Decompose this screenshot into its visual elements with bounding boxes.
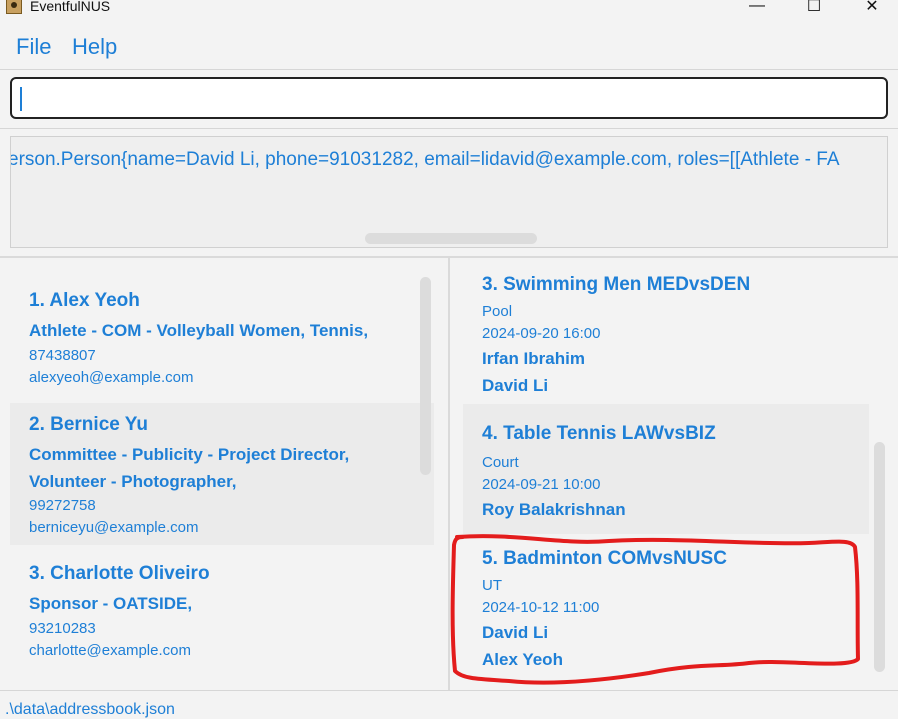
event-card[interactable]: 4. Table Tennis LAWvsBIZ Court 2024-09-2… — [463, 404, 869, 534]
menu-help[interactable]: Help — [72, 34, 117, 60]
result-horizontal-scrollbar[interactable] — [365, 233, 537, 244]
event-participant: Roy Balakrishnan — [482, 500, 626, 519]
event-datetime: 2024-09-20 16:00 — [482, 325, 601, 342]
person-role: Athlete - COM - Volleyball Women, Tennis… — [29, 321, 369, 340]
menu-file[interactable]: File — [16, 34, 51, 60]
person-name: 2. Bernice Yu — [29, 414, 148, 435]
menu-divider — [0, 69, 898, 70]
result-text: erson.Person{name=David Li, phone=910312… — [10, 149, 840, 170]
command-input[interactable] — [10, 77, 888, 119]
person-name: 1. Alex Yeoh — [29, 290, 140, 311]
event-name: 4. Table Tennis LAWvsBIZ — [482, 423, 716, 444]
person-phone: 87438807 — [29, 347, 96, 364]
app-icon — [6, 0, 22, 14]
event-card[interactable]: 3. Swimming Men MEDvsDEN Pool 2024-09-20… — [463, 270, 888, 404]
command-divider — [0, 128, 898, 129]
person-email: berniceyu@example.com — [29, 519, 199, 536]
person-card[interactable]: 1. Alex Yeoh Athlete - COM - Volleyball … — [10, 272, 434, 403]
event-participant: David Li — [482, 376, 549, 395]
person-role: Sponsor - OATSIDE, — [29, 594, 193, 613]
maximize-button[interactable]: ☐ — [794, 0, 834, 16]
person-phone: 99272758 — [29, 497, 96, 514]
event-name: 3. Swimming Men MEDvsDEN — [482, 274, 751, 295]
person-list-panel: 1. Alex Yeoh Athlete - COM - Volleyball … — [10, 272, 434, 678]
person-email: charlotte@example.com — [29, 642, 191, 659]
highlight-annotation — [450, 534, 860, 685]
status-bar: .\data\addressbook.json — [0, 690, 898, 718]
event-participant: Irfan Ibrahim — [482, 349, 585, 368]
event-venue: Court — [482, 454, 519, 471]
close-icon: ✕ — [865, 0, 879, 15]
result-display[interactable]: erson.Person{name=David Li, phone=910312… — [10, 136, 888, 248]
close-button[interactable]: ✕ — [852, 0, 892, 16]
save-location: .\data\addressbook.json — [5, 701, 175, 718]
text-caret — [20, 87, 22, 111]
title-bar: EventfulNUS — ☐ ✕ — [0, 0, 898, 16]
minimize-icon: — — [749, 0, 765, 14]
minimize-button[interactable]: — — [737, 0, 777, 16]
maximize-icon: ☐ — [806, 0, 822, 15]
person-role: Committee - Publicity - Project Director… — [29, 445, 350, 464]
event-datetime: 2024-09-21 10:00 — [482, 476, 601, 493]
person-card[interactable]: 2. Bernice Yu Committee - Publicity - Pr… — [10, 403, 434, 545]
event-venue: Pool — [482, 303, 513, 320]
person-email: alexyeoh@example.com — [29, 369, 194, 386]
person-list-scrollbar[interactable] — [420, 277, 431, 475]
window-title: EventfulNUS — [30, 0, 111, 14]
menu-bar: File Help — [0, 30, 898, 66]
person-card[interactable]: 3. Charlotte Oliveiro Sponsor - OATSIDE,… — [10, 545, 434, 678]
person-name: 3. Charlotte Oliveiro — [29, 563, 210, 584]
person-phone: 93210283 — [29, 620, 96, 637]
event-list-scrollbar[interactable] — [874, 442, 885, 672]
person-role: Volunteer - Photographer, — [29, 472, 237, 491]
